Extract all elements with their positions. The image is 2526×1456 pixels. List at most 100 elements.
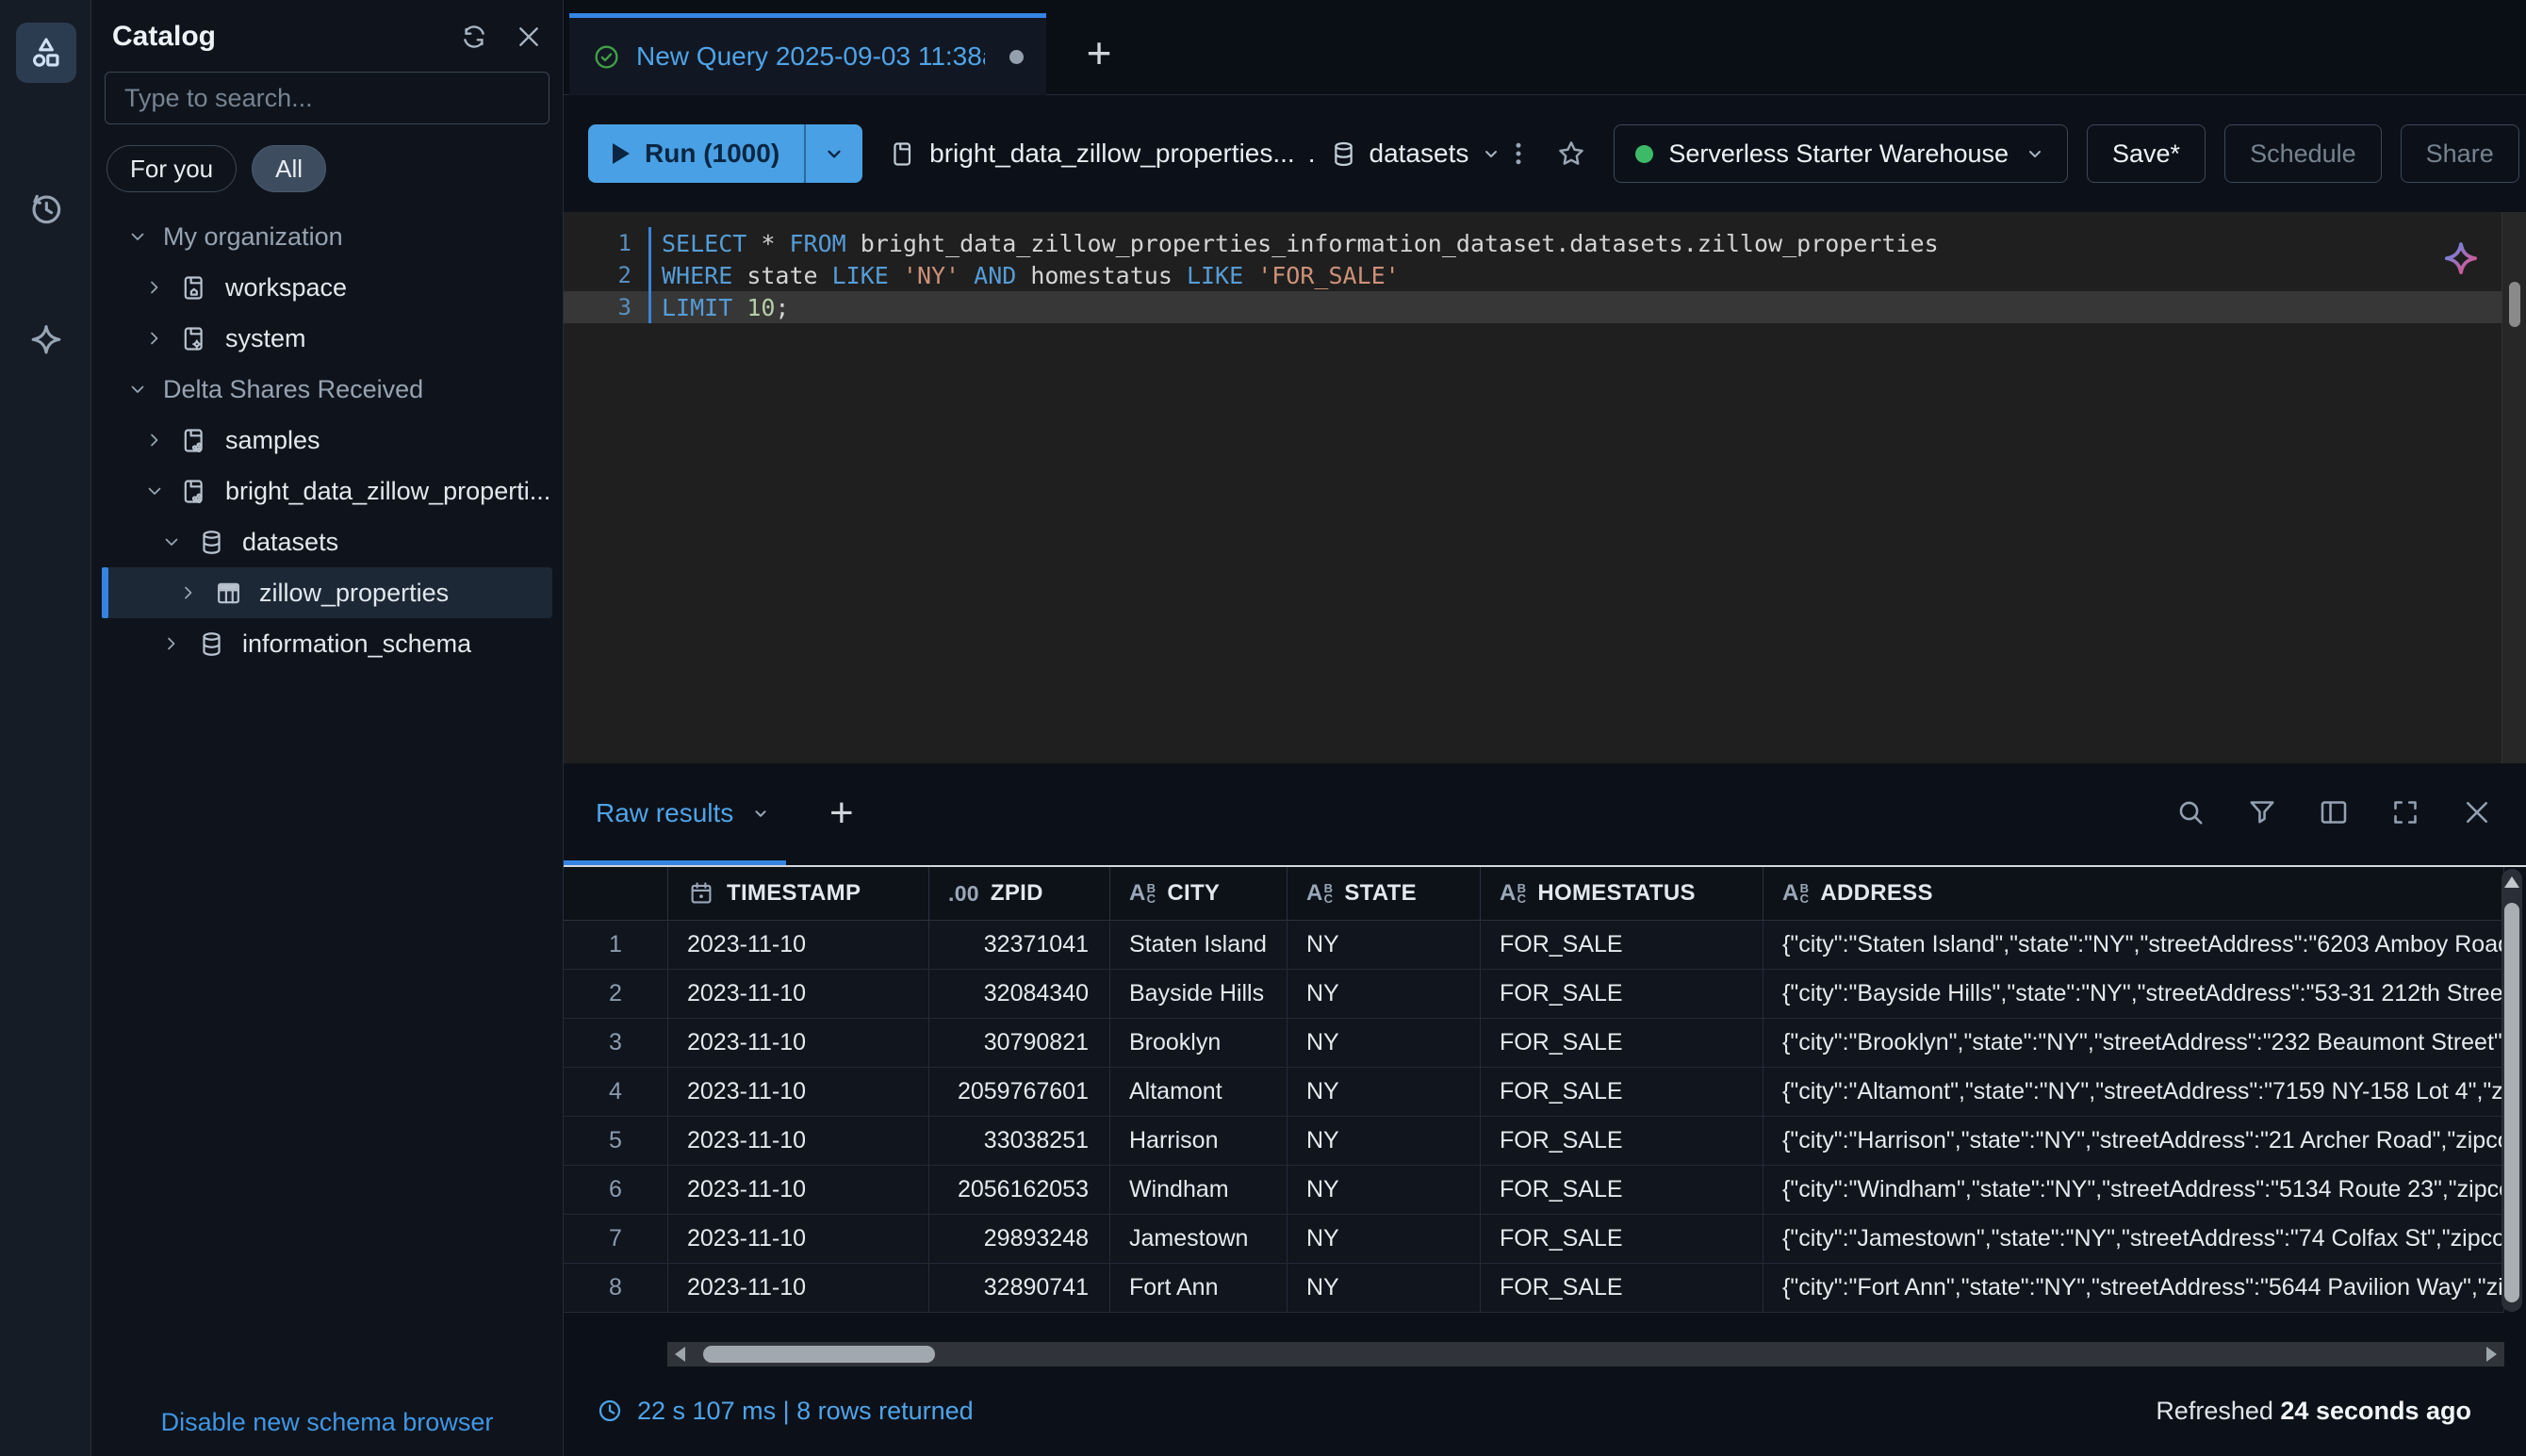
catalog-tree: My organizationworkspacesystem Delta Shar… (91, 211, 563, 669)
scroll-left-icon[interactable] (675, 1347, 685, 1362)
tree-item-label: Delta Shares Received (163, 375, 423, 404)
catalog-gear-icon (180, 324, 209, 353)
catalog-rail-button[interactable] (16, 23, 76, 83)
scroll-up-icon[interactable] (2504, 876, 2519, 888)
execution-status-text: 22 s 107 ms | 8 rows returned (637, 1397, 974, 1426)
catalog-search-input[interactable] (106, 84, 549, 113)
tree-item-system[interactable]: system (102, 313, 552, 364)
history-rail-button[interactable] (16, 179, 76, 239)
cell-homestatus: FOR_SALE (1481, 1264, 1763, 1313)
tree-item-delta-shares-received[interactable]: Delta Shares Received (102, 364, 552, 415)
share-button[interactable]: Share (2401, 124, 2519, 183)
cell-address: {"city":"Bayside Hills","state":"NY","st… (1763, 970, 2504, 1019)
table-row[interactable]: 22023-11-1032084340Bayside HillsNYFOR_SA… (564, 970, 2504, 1019)
scroll-right-icon[interactable] (2486, 1347, 2497, 1362)
cell-homestatus: FOR_SALE (1481, 921, 1763, 970)
editor-scrollbar[interactable] (2501, 212, 2526, 763)
cell-zpid: 2056162053 (929, 1166, 1110, 1215)
catalog-selector[interactable]: bright_data_zillow_properties... (929, 139, 1295, 169)
refresh-icon[interactable] (459, 22, 489, 52)
chevron-right-icon[interactable] (143, 429, 166, 451)
cell-homestatus: FOR_SALE (1481, 1019, 1763, 1068)
table-row[interactable]: 52023-11-1033038251HarrisonNYFOR_SALE{"c… (564, 1117, 2504, 1166)
vertical-scroll-thumb[interactable] (2504, 903, 2519, 1302)
cell-row: 7 (564, 1215, 668, 1264)
cell-zpid: 33038251 (929, 1117, 1110, 1166)
results-tab-bar: Raw results + (564, 763, 2526, 865)
left-rail (0, 0, 91, 1456)
schema-selector[interactable]: datasets (1370, 139, 1469, 169)
tree-item-workspace[interactable]: workspace (102, 262, 552, 313)
tree-item-samples[interactable]: samples (102, 415, 552, 466)
cell-city: Fort Ann (1110, 1264, 1288, 1313)
kebab-menu-icon[interactable] (1502, 133, 1534, 174)
chevron-down-icon[interactable] (143, 480, 166, 502)
filter-icon[interactable] (2245, 795, 2279, 829)
run-options-button[interactable] (804, 124, 862, 183)
code-line-1[interactable]: 1SELECT * FROM bright_data_zillow_proper… (564, 227, 2526, 259)
sql-editor[interactable]: 1SELECT * FROM bright_data_zillow_proper… (564, 212, 2526, 763)
decimal-type-icon: .00 (948, 881, 979, 907)
new-tab-button[interactable]: + (1073, 23, 1125, 83)
filter-all[interactable]: All (252, 145, 326, 192)
cell-state: NY (1288, 1215, 1481, 1264)
raw-results-tab[interactable]: Raw results (596, 763, 771, 863)
tree-item-label: information_schema (242, 630, 471, 659)
chevron-right-icon[interactable] (160, 632, 183, 655)
panel-icon[interactable] (2317, 795, 2351, 829)
assistant-rail-button[interactable] (16, 311, 76, 371)
search-icon[interactable] (2173, 795, 2207, 829)
assistant-sparkle-icon[interactable] (2439, 238, 2483, 282)
chevron-down-icon[interactable] (126, 378, 149, 401)
schedule-button[interactable]: Schedule (2224, 124, 2382, 183)
cell-city: Jamestown (1110, 1215, 1288, 1264)
tree-item-bright-data-zillow-properti-[interactable]: bright_data_zillow_properti... (102, 466, 552, 516)
filter-for-you[interactable]: For you (107, 145, 237, 192)
cell-row: 3 (564, 1019, 668, 1068)
column-header-state[interactable]: ABCSTATE (1288, 867, 1481, 921)
tree-item-information-schema[interactable]: information_schema (102, 618, 552, 669)
column-header-homestatus[interactable]: ABCHOMESTATUS (1481, 867, 1763, 921)
table-horizontal-scrollbar[interactable] (667, 1342, 2504, 1366)
table-row[interactable]: 32023-11-1030790821BrooklynNYFOR_SALE{"c… (564, 1019, 2504, 1068)
tree-item-zillow-properties[interactable]: zillow_properties (102, 567, 552, 618)
add-visualization-button[interactable]: + (829, 790, 854, 837)
query-tab[interactable]: New Query 2025-09-03 11:38am (569, 13, 1046, 95)
run-button[interactable]: Run (1000) (588, 124, 862, 183)
cell-row: 6 (564, 1166, 668, 1215)
close-panel-icon[interactable] (514, 22, 544, 52)
chevron-right-icon[interactable] (143, 327, 166, 350)
tab-strip: New Query 2025-09-03 11:38am + (564, 0, 2526, 95)
code-line-3[interactable]: 3LIMIT 10; (564, 291, 2526, 323)
tree-item-datasets[interactable]: datasets (102, 516, 552, 567)
table-row[interactable]: 12023-11-1032371041Staten IslandNYFOR_SA… (564, 921, 2504, 970)
string-type-icon: ABC (1500, 880, 1526, 907)
cell-row: 8 (564, 1264, 668, 1313)
column-header-city[interactable]: ABCCITY (1110, 867, 1288, 921)
chevron-down-icon[interactable] (126, 225, 149, 248)
chevron-right-icon[interactable] (143, 276, 166, 299)
save-button[interactable]: Save* (2087, 124, 2206, 183)
close-icon[interactable] (2460, 795, 2494, 829)
results-panel: Raw results + TIMESTAMP.00ZPIDABCCITYABC… (564, 763, 2526, 1456)
disable-schema-browser-link[interactable]: Disable new schema browser (91, 1408, 563, 1437)
cell-timestamp: 2023-11-10 (668, 1068, 929, 1117)
column-header-label: ADDRESS (1820, 880, 1932, 907)
table-row[interactable]: 62023-11-102056162053WindhamNYFOR_SALE{"… (564, 1166, 2504, 1215)
column-header-address[interactable]: ABCADDRESS (1763, 867, 2504, 921)
chevron-right-icon[interactable] (177, 581, 200, 604)
code-line-2[interactable]: 2WHERE state LIKE 'NY' AND homestatus LI… (564, 259, 2526, 291)
table-vertical-scrollbar[interactable] (2501, 869, 2522, 1312)
table-row[interactable]: 42023-11-102059767601AltamontNYFOR_SALE{… (564, 1068, 2504, 1117)
table-row[interactable]: 82023-11-1032890741Fort AnnNYFOR_SALE{"c… (564, 1264, 2504, 1313)
table-row[interactable]: 72023-11-1029893248JamestownNYFOR_SALE{"… (564, 1215, 2504, 1264)
favorite-star-icon[interactable] (1553, 133, 1589, 174)
horizontal-scroll-thumb[interactable] (703, 1346, 935, 1363)
chevron-down-icon[interactable] (160, 531, 183, 553)
tree-item-my-organization[interactable]: My organization (102, 211, 552, 262)
cell-timestamp: 2023-11-10 (668, 1117, 929, 1166)
warehouse-selector[interactable]: Serverless Starter Warehouse (1614, 124, 2068, 183)
column-header-timestamp[interactable]: TIMESTAMP (668, 867, 929, 921)
column-header-zpid[interactable]: .00ZPID (929, 867, 1110, 921)
fullscreen-icon[interactable] (2388, 795, 2422, 829)
